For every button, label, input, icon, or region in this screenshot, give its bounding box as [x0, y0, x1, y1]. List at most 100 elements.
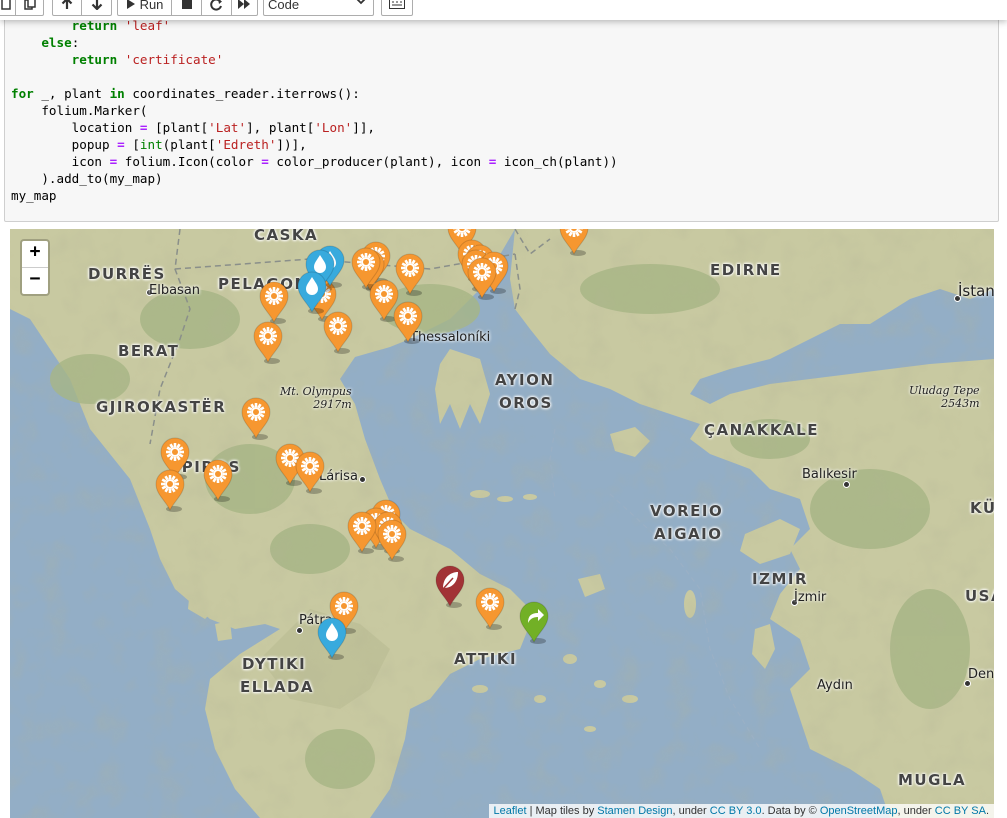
stamen-link[interactable]: Stamen Design — [597, 805, 672, 817]
tint-marker[interactable] — [315, 615, 349, 660]
map-tiles[interactable] — [10, 229, 994, 818]
certificate-icon — [347, 511, 377, 554]
folium-map[interactable]: + − ČASKA DURRËS PELAGONI BERAT GJIROKAS… — [10, 229, 994, 818]
certificate-icon — [559, 229, 589, 256]
region-label: AYION — [495, 371, 555, 389]
certificate-icon — [475, 587, 505, 630]
certificate-marker[interactable] — [321, 309, 355, 354]
peak-name: Uludag Tepe — [909, 384, 980, 397]
leaflet-link[interactable]: Leaflet — [494, 805, 527, 817]
zoom-out-button[interactable]: − — [22, 267, 48, 294]
certificate-marker[interactable] — [473, 585, 507, 630]
certificate-marker[interactable] — [375, 517, 409, 562]
code-line: my_map — [11, 188, 57, 203]
interrupt-button[interactable] — [172, 0, 202, 16]
city-label: Aydın — [817, 678, 853, 693]
restart-button[interactable] — [202, 0, 232, 16]
attrib-text: , under — [672, 805, 710, 817]
region-label: OROS — [499, 394, 553, 412]
certificate-marker[interactable] — [239, 395, 273, 440]
attrib-text: , under — [897, 805, 935, 817]
leaf-marker[interactable] — [433, 563, 467, 608]
certificate-icon — [393, 301, 423, 344]
code-line: location = [plant['Lat'], plant['Lon']], — [11, 120, 376, 135]
chevron-down-icon — [356, 0, 366, 5]
share-marker[interactable] — [517, 599, 551, 644]
certificate-marker[interactable] — [345, 509, 379, 554]
city-label: İzmir — [794, 590, 827, 605]
code-line: else: — [41, 35, 80, 50]
run-button[interactable]: Run — [117, 0, 172, 16]
code-cell[interactable]: elif plant['Tech'] == 'Biogas': return '… — [4, 0, 999, 222]
region-label: AIGAIO — [654, 525, 723, 543]
certificate-icon — [203, 459, 233, 502]
code-line: return 'leaf' — [71, 18, 171, 33]
region-label: ELLADA — [240, 678, 315, 696]
cc-by-sa-link[interactable]: CC BY SA — [935, 805, 986, 817]
city-dot — [843, 481, 850, 488]
peak-label: Uludag Tepe 2543m — [909, 384, 980, 410]
peak-name: Mt. Olympus — [280, 385, 352, 398]
region-label: DYTIKI — [242, 655, 307, 673]
region-label: ÇANAKKALE — [704, 421, 819, 439]
attrib-text: . Data by © — [761, 805, 820, 817]
restart-icon — [210, 0, 222, 10]
cell-type-select[interactable]: Code — [263, 0, 374, 16]
move-down-button[interactable] — [82, 0, 112, 16]
keyboard-shortcuts-button[interactable] — [381, 0, 413, 16]
certificate-marker[interactable] — [251, 319, 285, 364]
city-dot — [359, 476, 366, 483]
certificate-marker[interactable] — [391, 299, 425, 344]
code-line: popup = [int(plant['Edreth'])], — [11, 137, 307, 152]
region-label: USA — [965, 587, 994, 605]
code-editor[interactable]: elif plant['Tech'] == 'Biogas': return '… — [11, 0, 618, 204]
stop-icon — [181, 0, 192, 9]
certificate-icon — [155, 469, 185, 512]
city-label: Balıkesir — [802, 467, 857, 482]
move-up-button[interactable] — [52, 0, 82, 16]
code-line: icon = folium.Icon(color = color_produce… — [11, 154, 618, 169]
code-line: for _, plant in coordinates_reader.iterr… — [11, 86, 360, 101]
certificate-icon — [259, 281, 289, 324]
cell-type-value: Code — [268, 0, 300, 12]
run-all-button[interactable] — [232, 0, 258, 16]
keyboard-icon — [389, 0, 405, 9]
city-label: İstan — [958, 282, 994, 300]
peak-elevation: 2543m — [941, 397, 980, 410]
region-label: GJIROKASTËR — [96, 398, 227, 416]
play-icon — [126, 0, 135, 9]
region-label: VOREIO — [650, 502, 724, 520]
attrib-text: | Map tiles by — [526, 805, 598, 817]
certificate-marker[interactable] — [257, 279, 291, 324]
tint-icon — [297, 271, 327, 314]
certificate-marker[interactable] — [201, 457, 235, 502]
region-label: ČASKA — [254, 229, 319, 244]
region-label: MUGLA — [898, 771, 967, 789]
osm-link[interactable]: OpenStreetMap — [820, 805, 898, 817]
tint-marker[interactable] — [295, 269, 329, 314]
zoom-control: + − — [20, 239, 50, 296]
paste-icon — [23, 0, 36, 10]
paste-button[interactable] — [16, 0, 44, 16]
certificate-icon — [295, 451, 325, 494]
region-label: ATTIKI — [454, 650, 518, 668]
certificate-marker[interactable] — [293, 449, 327, 494]
certificate-marker[interactable] — [153, 467, 187, 512]
certificate-icon — [253, 321, 283, 364]
code-line: folium.Marker( — [11, 103, 148, 118]
cut-icon — [1, 0, 11, 10]
region-label: IZMIR — [752, 570, 809, 588]
peak-label: Mt. Olympus 2917m — [280, 385, 352, 411]
code-line: return 'certificate' — [71, 52, 224, 67]
certificate-marker[interactable] — [465, 255, 499, 300]
city-label: Elbasan — [149, 283, 201, 298]
certificate-marker[interactable] — [557, 229, 591, 256]
arrow-down-icon — [91, 0, 102, 10]
cut-button[interactable] — [0, 0, 16, 16]
certificate-icon — [323, 311, 353, 354]
certificate-icon — [241, 397, 271, 440]
cc-by-link[interactable]: CC BY 3.0 — [710, 805, 762, 817]
share-icon — [519, 601, 549, 644]
arrow-up-icon — [61, 0, 73, 9]
zoom-in-button[interactable]: + — [22, 241, 48, 267]
